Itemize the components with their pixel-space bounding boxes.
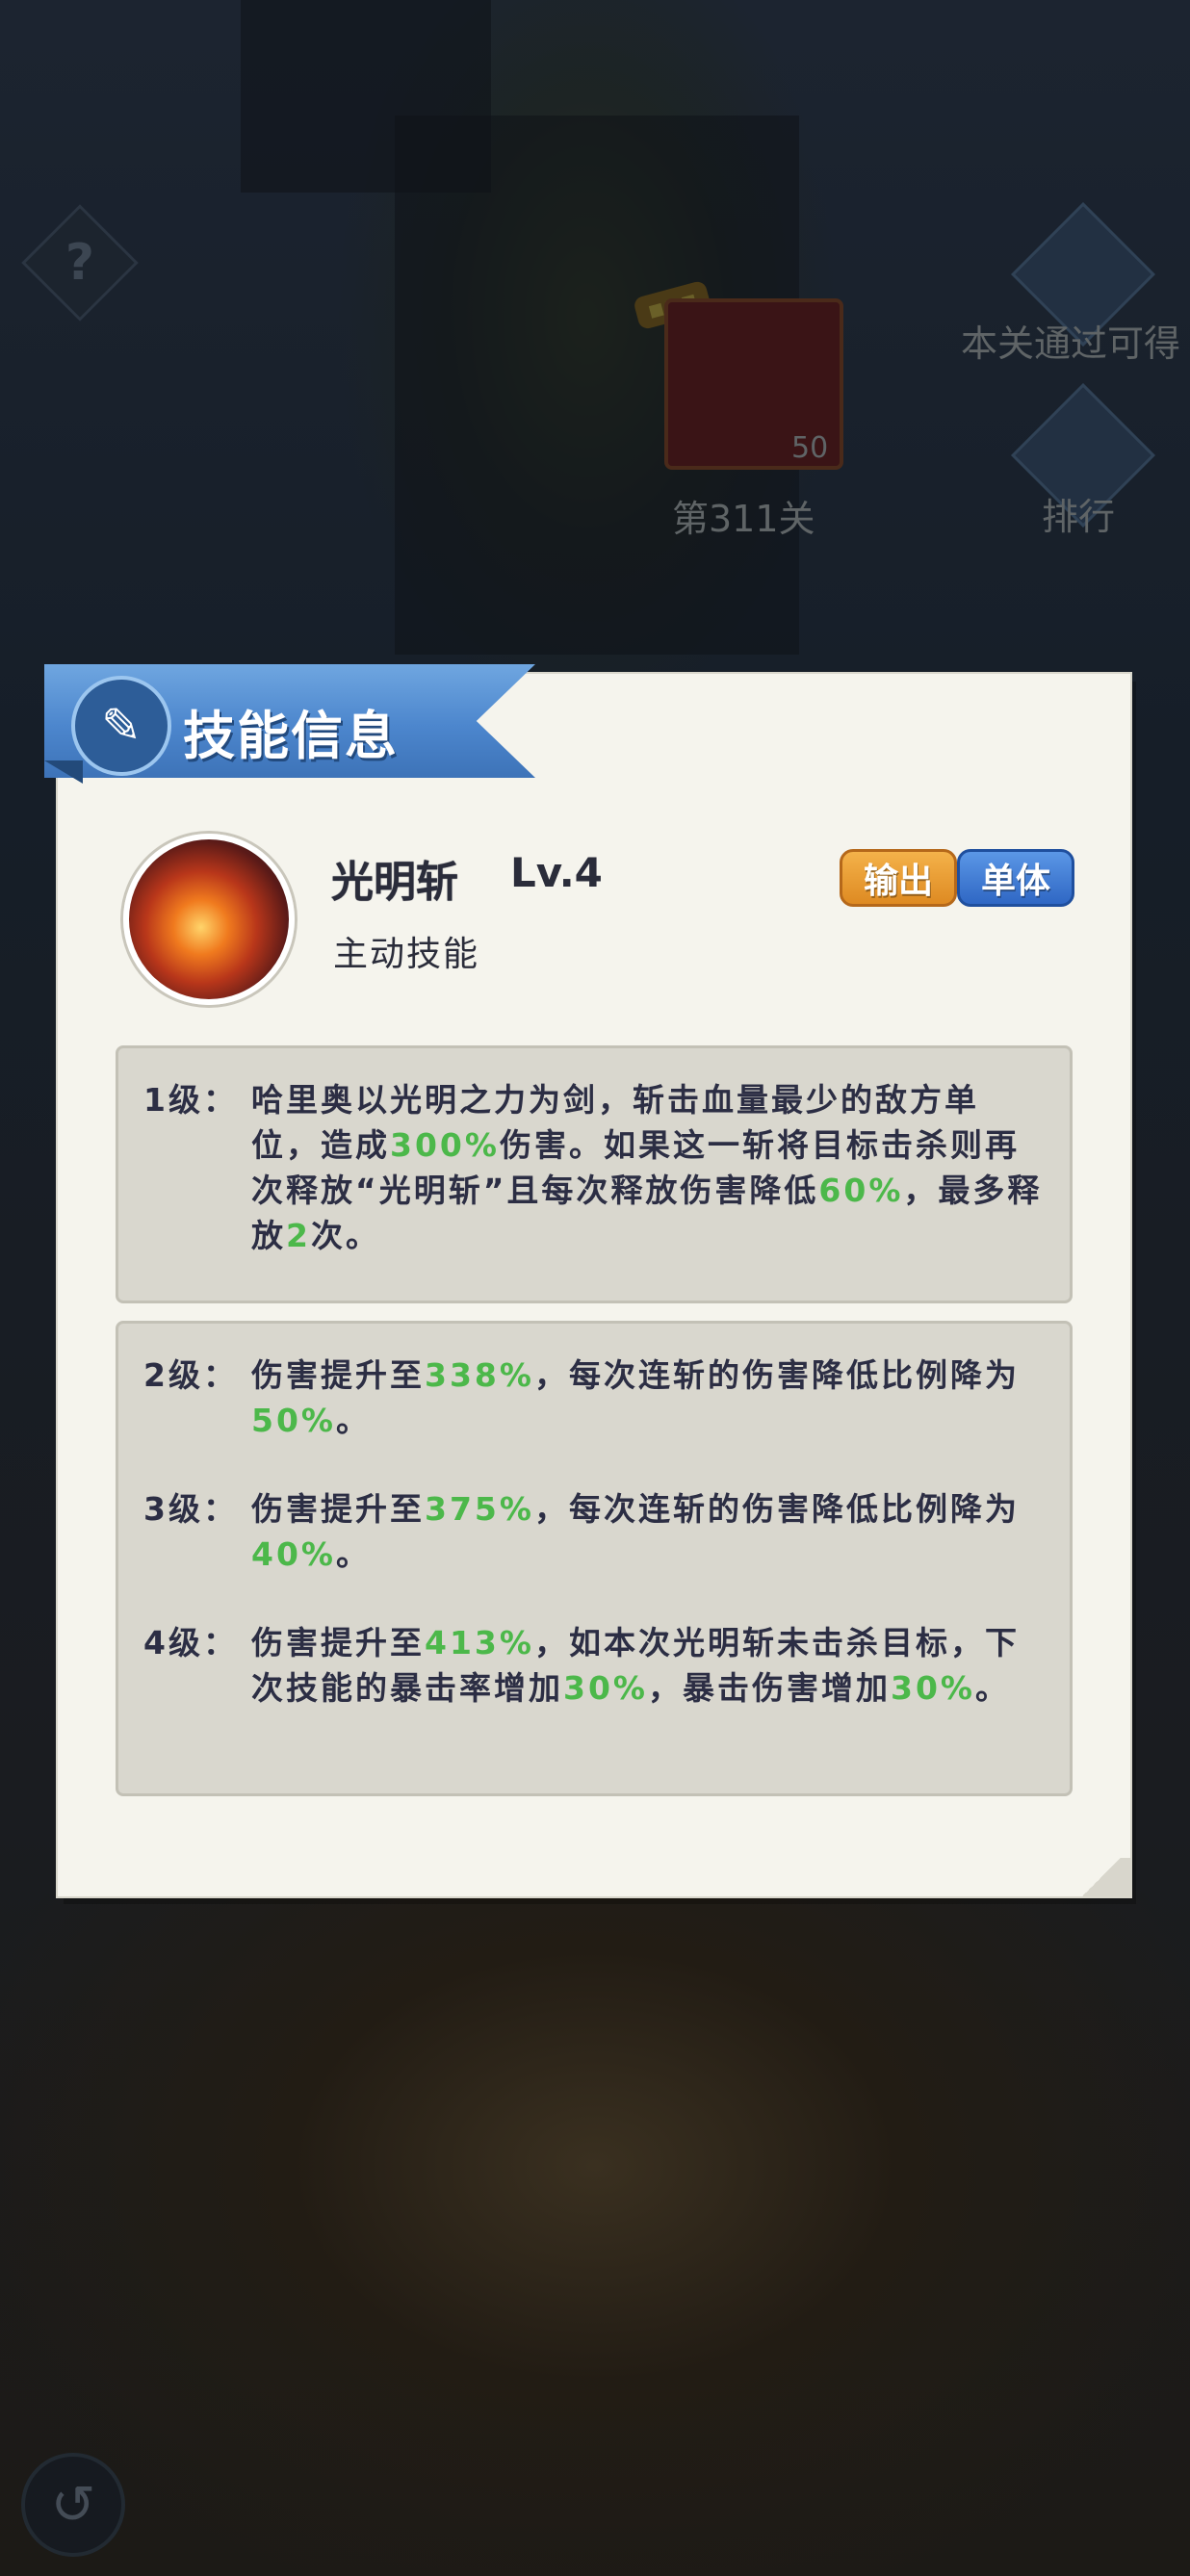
- skill-type: 主动技能: [333, 935, 480, 974]
- stage-label: 第311关: [672, 498, 815, 540]
- level-label: 2级：: [143, 1356, 238, 1394]
- level-description: 伤害提升至413%，如本次光明斩未击杀目标，下次技能的暴击率增加30%，暴击伤害…: [251, 1624, 1020, 1707]
- level-entry: 4级： 伤害提升至413%，如本次光明斩未击杀目标，下次技能的暴击率增加30%，…: [143, 1620, 1045, 1711]
- level-description: 哈里奥以光明之力为剑，斩击血量最少的敌方单位，造成300%伤害。如果这一斩将目标…: [251, 1081, 1043, 1254]
- level-label: 3级：: [143, 1490, 238, 1528]
- upgrade-levels-box: 2级： 伤害提升至338%，每次连斩的伤害降低比例降为50%。 3级： 伤害提升…: [116, 1321, 1073, 1796]
- level-label: 4级：: [143, 1624, 238, 1662]
- skill-level: Lv.4: [510, 849, 603, 896]
- level-entry: 1级： 哈里奥以光明之力为剑，斩击血量最少的敌方单位，造成300%伤害。如果这一…: [143, 1077, 1045, 1258]
- level-description: 伤害提升至375%，每次连斩的伤害降低比例降为40%。: [251, 1490, 1020, 1573]
- page-curl: [1073, 1858, 1130, 1896]
- dialog-title: 技能信息: [183, 706, 399, 766]
- reward-text: 本关通过可得: [961, 322, 1181, 365]
- level-1-box: 1级： 哈里奥以光明之力为剑，斩击血量最少的敌方单位，造成300%伤害。如果这一…: [116, 1045, 1073, 1303]
- tag-single: 单体: [957, 849, 1074, 907]
- level-entry: 2级： 伤害提升至338%，每次连斩的伤害降低比例降为50%。: [143, 1352, 1045, 1443]
- back-arrow-icon: ↺: [50, 2473, 96, 2537]
- question-icon: ?: [65, 234, 95, 292]
- level-description: 伤害提升至338%，每次连斩的伤害降低比例降为50%。: [251, 1356, 1020, 1439]
- scroll-icon: ✎: [71, 676, 171, 776]
- level-label: 1级：: [143, 1081, 238, 1119]
- back-button[interactable]: ↺: [21, 2453, 125, 2557]
- reward-count: 50: [791, 431, 829, 465]
- level-entry: 3级： 伤害提升至375%，每次连斩的伤害降低比例降为40%。: [143, 1486, 1045, 1577]
- skill-icon: [123, 834, 295, 1005]
- skill-name: 光明斩: [331, 858, 458, 907]
- rank-label[interactable]: 排行: [1042, 487, 1115, 540]
- tag-output: 输出: [840, 849, 957, 907]
- background-crate: [241, 0, 491, 193]
